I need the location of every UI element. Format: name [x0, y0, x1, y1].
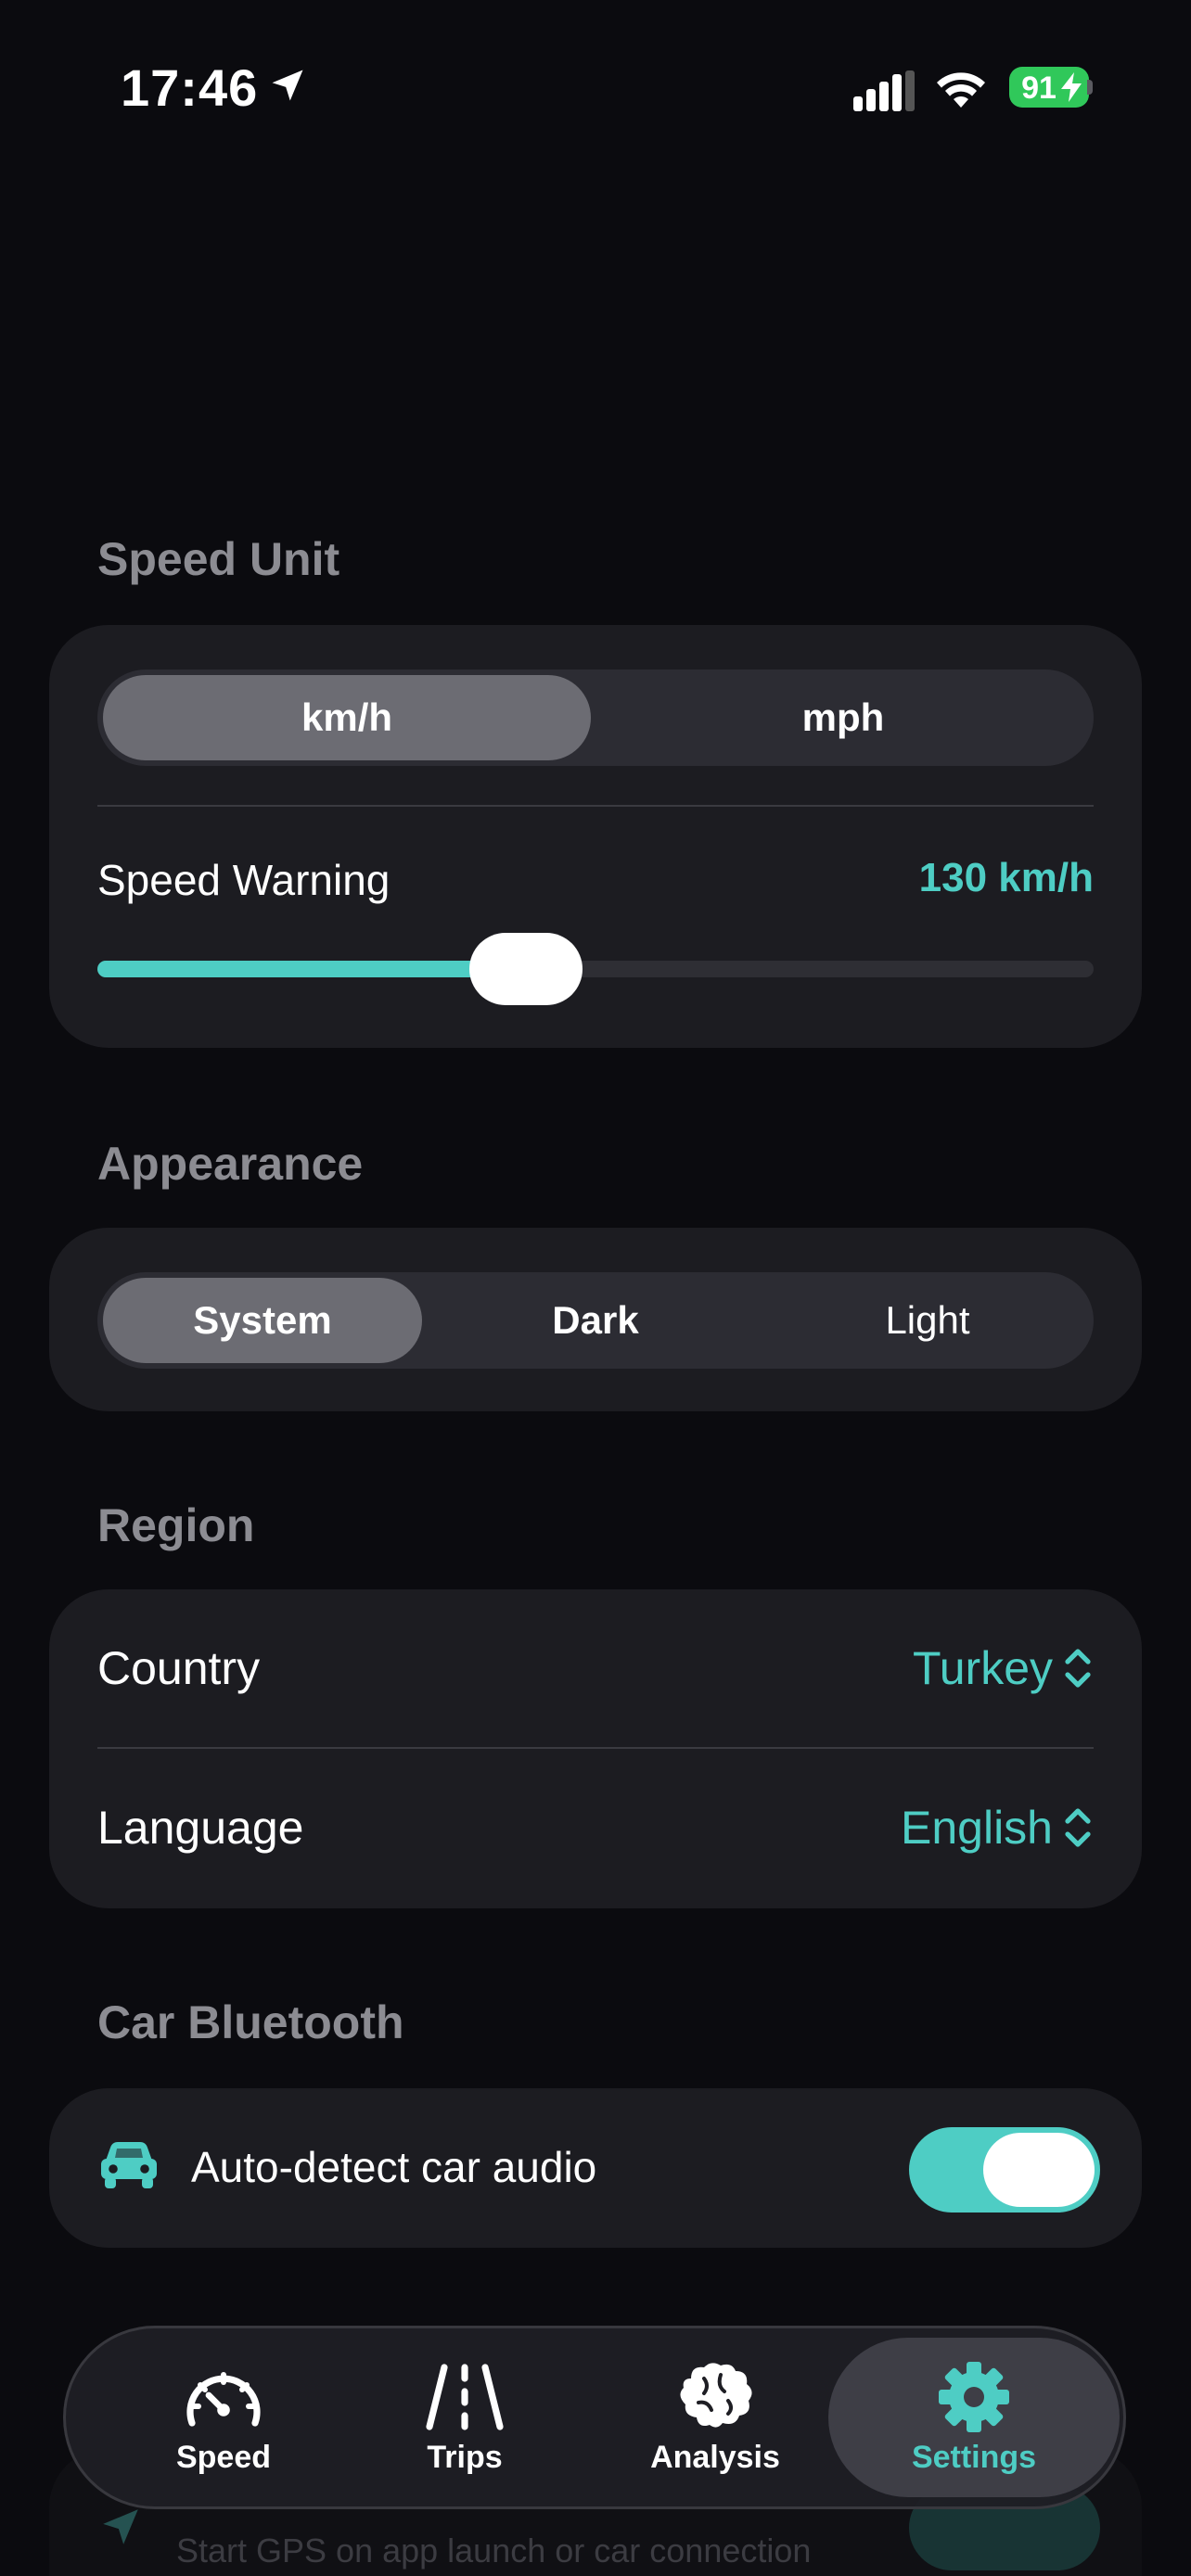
- segment-light[interactable]: Light: [767, 1278, 1088, 1363]
- language-value: English: [901, 1802, 1053, 1854]
- speed-warning-label: Speed Warning: [97, 856, 391, 904]
- language-label: Language: [97, 1802, 304, 1854]
- segment-mph[interactable]: mph: [598, 675, 1088, 760]
- tab-settings[interactable]: Settings: [828, 2338, 1120, 2497]
- speed-warning-slider[interactable]: [97, 961, 1094, 977]
- segment-system[interactable]: System: [103, 1278, 422, 1363]
- speed-unit-segmented-control: km/h mph: [97, 670, 1094, 766]
- tab-label: Settings: [911, 2439, 1037, 2475]
- tab-label: Analysis: [650, 2439, 780, 2475]
- country-row[interactable]: Country Turkey: [49, 1589, 1142, 1747]
- tab-analysis[interactable]: Analysis: [613, 2338, 817, 2497]
- section-title-appearance: Appearance: [97, 1138, 364, 1190]
- battery-level: 91: [1021, 70, 1057, 106]
- country-picker[interactable]: Turkey: [913, 1641, 1094, 1695]
- auto-detect-toggle[interactable]: [909, 2127, 1100, 2213]
- tab-speed[interactable]: Speed: [122, 2338, 326, 2497]
- language-row[interactable]: Language English: [49, 1749, 1142, 1906]
- gps-auto-start-subtitle: Start GPS on app launch or car connectio…: [176, 2531, 812, 2570]
- appearance-segmented-control: System Dark Light: [97, 1272, 1094, 1369]
- country-value: Turkey: [913, 1642, 1053, 1694]
- tab-label: Speed: [175, 2439, 272, 2475]
- section-title-speed-unit: Speed Unit: [97, 533, 340, 585]
- status-time: 17:46: [121, 58, 259, 117]
- speed-unit-card: km/h mph Speed Warning 130 km/h: [49, 625, 1142, 1048]
- location-arrow-icon: [272, 70, 303, 101]
- road-icon: [426, 2363, 504, 2430]
- toggle-knob: [983, 2133, 1095, 2207]
- tab-bar: Speed Trips Analysis Settings: [63, 2326, 1126, 2509]
- speed-warning-value: 130 km/h: [918, 855, 1094, 900]
- slider-thumb[interactable]: [468, 933, 583, 1005]
- car-icon: [101, 2142, 157, 2188]
- country-label: Country: [97, 1642, 261, 1694]
- segment-dark[interactable]: Dark: [435, 1278, 756, 1363]
- tab-trips[interactable]: Trips: [372, 2338, 557, 2497]
- divider: [97, 805, 1094, 807]
- gear-icon: [939, 2361, 1009, 2432]
- appearance-card: System Dark Light: [49, 1228, 1142, 1411]
- status-bar: 17:46 91: [0, 0, 1191, 176]
- segment-kmh[interactable]: km/h: [103, 675, 591, 760]
- slider-fill: [97, 961, 526, 977]
- charging-bolt-icon: [1061, 72, 1082, 102]
- chevron-up-down-icon: [1065, 1649, 1091, 1688]
- section-title-region: Region: [97, 1499, 255, 1551]
- brain-icon: [680, 2362, 752, 2428]
- auto-detect-label: Auto-detect car audio: [191, 2143, 597, 2191]
- tab-label: Trips: [427, 2439, 503, 2475]
- chevron-up-down-icon: [1065, 1808, 1091, 1847]
- wifi-icon: [937, 72, 985, 108]
- battery-cap: [1087, 80, 1093, 95]
- region-card: Country Turkey Language English: [49, 1589, 1142, 1908]
- settings-screen: 17:46 91 Speed Unit km/h mph Speed Warni…: [0, 0, 1191, 2576]
- speedometer-icon: [186, 2371, 261, 2427]
- car-bluetooth-card: Auto-detect car audio: [49, 2088, 1142, 2248]
- language-picker[interactable]: English: [901, 1801, 1094, 1855]
- location-arrow-icon: [103, 2509, 138, 2544]
- section-title-car-bluetooth: Car Bluetooth: [97, 1996, 404, 2048]
- cellular-signal-icon: [853, 70, 915, 111]
